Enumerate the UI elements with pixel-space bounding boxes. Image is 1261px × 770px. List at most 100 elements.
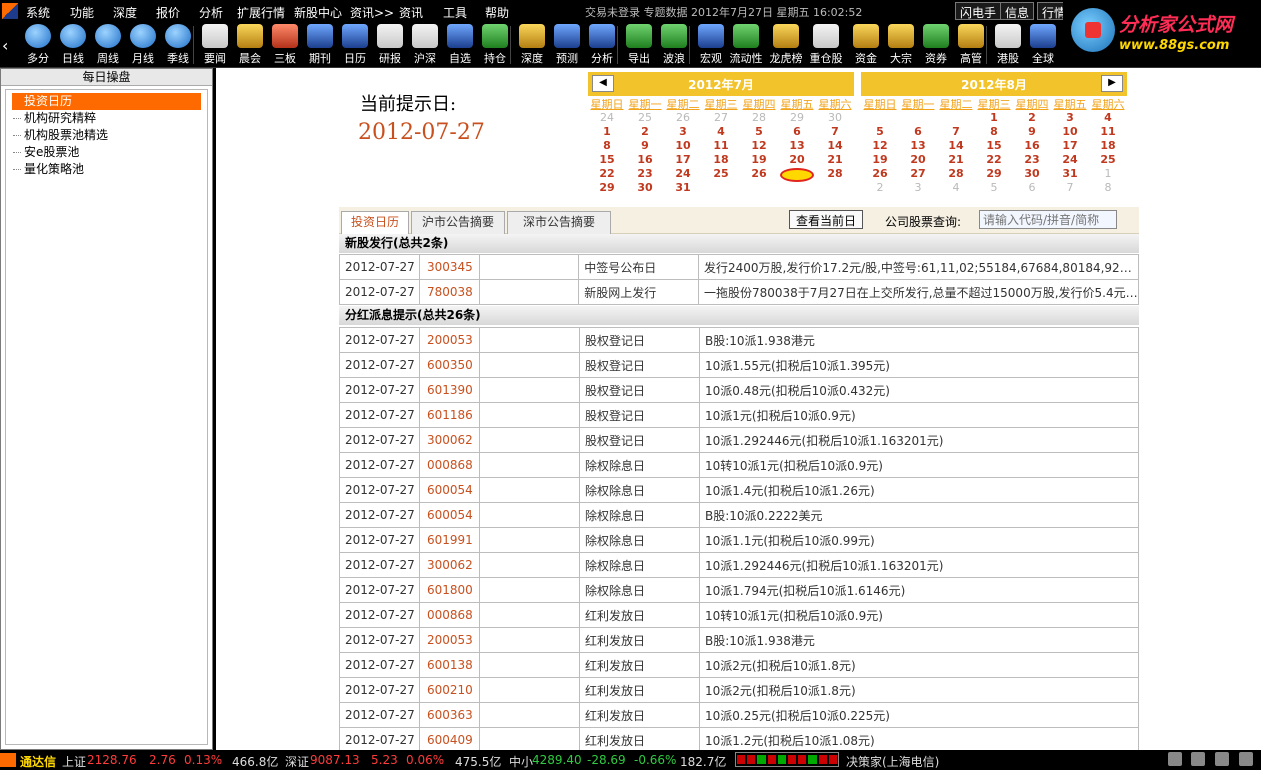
table-row[interactable]: 2012-07-27 600350 股权登记日 10派1.55元(扣税后10派1.39…: [339, 352, 1139, 378]
menu-help[interactable]: 帮助: [485, 4, 509, 21]
row-stock-code[interactable]: 780038: [418, 279, 480, 305]
tree-item-institution-stock-pool[interactable]: 机构股票池精选: [6, 127, 207, 144]
table-row[interactable]: 2012-07-27 600138 红利发放日 10派2元(扣税后10派1.8元): [339, 652, 1139, 678]
calendar-next-icon[interactable]: ▶: [1101, 75, 1123, 92]
toolbar-button-19[interactable]: 宏观: [693, 24, 729, 66]
calendar-day[interactable]: 6: [1013, 181, 1051, 195]
calendar-day[interactable]: 7: [816, 125, 854, 139]
calendar-day[interactable]: 3: [1051, 111, 1089, 125]
row-stock-code[interactable]: 601800: [419, 577, 480, 603]
menu-info-more[interactable]: 资讯>>: [350, 4, 394, 21]
toolbar-button-7[interactable]: 三板: [267, 24, 303, 66]
calendar-day[interactable]: 25: [1089, 153, 1127, 167]
calendar-day[interactable]: 18: [1089, 139, 1127, 153]
calendar-day[interactable]: 13: [899, 139, 937, 153]
row-stock-code[interactable]: 601186: [419, 402, 480, 428]
calendar-day[interactable]: 16: [1013, 139, 1051, 153]
row-stock-code[interactable]: 600054: [419, 477, 480, 503]
toolbar-button-24[interactable]: 大宗: [883, 24, 919, 66]
menu-tools[interactable]: 工具: [443, 4, 467, 21]
row-stock-code[interactable]: 000868: [419, 452, 480, 478]
tree-item-ane-stock-pool[interactable]: 安e股票池: [6, 144, 207, 161]
flash-trade-button[interactable]: 闪电手: [955, 2, 1002, 20]
calendar-day[interactable]: 23: [626, 167, 664, 181]
table-row[interactable]: 2012-07-27 601991 除权除息日 10派1.1元(扣税后10派0.99元…: [339, 527, 1139, 553]
toolbar-button-15[interactable]: 预测: [549, 24, 585, 66]
tree-item-quant-strategy-pool[interactable]: 量化策略池: [6, 161, 207, 178]
calendar-day[interactable]: 8: [588, 139, 626, 153]
info-button[interactable]: 信息: [1000, 2, 1035, 20]
menu-depth[interactable]: 深度: [113, 4, 137, 21]
toolbar-button-2[interactable]: 周线: [90, 24, 126, 66]
menu-function[interactable]: 功能: [70, 4, 94, 21]
row-stock-code[interactable]: 200053: [419, 627, 480, 653]
table-row[interactable]: 2012-07-27 600054 除权除息日 10派1.4元(扣税后10派1.26元…: [339, 477, 1139, 503]
calendar-day[interactable]: 12: [861, 139, 899, 153]
calendar-day[interactable]: 7: [937, 125, 975, 139]
toolbar-scroll-left-icon[interactable]: ‹: [2, 36, 8, 55]
toolbar-button-16[interactable]: 分析: [584, 24, 620, 66]
row-stock-code[interactable]: 300345: [418, 254, 480, 280]
toolbar-button-22[interactable]: 重仓股: [808, 24, 844, 66]
table-row[interactable]: 2012-07-27 600363 红利发放日 10派0.25元(扣税后10派0.22…: [339, 702, 1139, 728]
calendar-day[interactable]: 30: [626, 181, 664, 195]
calendar-day[interactable]: 26: [740, 167, 778, 181]
calendar-day[interactable]: 4: [937, 181, 975, 195]
calendar-day[interactable]: 9: [1013, 125, 1051, 139]
calendar-day[interactable]: 29: [778, 111, 816, 125]
toolbar-button-1[interactable]: 日线: [55, 24, 91, 66]
calendar-day[interactable]: 3: [899, 181, 937, 195]
mail-icon[interactable]: [1167, 752, 1182, 766]
calendar-day[interactable]: 18: [702, 153, 740, 167]
calendar-day-today[interactable]: 27: [778, 167, 816, 182]
calendar-day[interactable]: 26: [664, 111, 702, 125]
tab-sz-announcements[interactable]: 深市公告摘要: [507, 211, 611, 234]
calendar-day[interactable]: 27: [899, 167, 937, 181]
toolbar-button-27[interactable]: 港股: [990, 24, 1026, 66]
table-row[interactable]: 2012-07-27 601390 股权登记日 10派0.48元(扣税后10派0.43…: [339, 377, 1139, 403]
calendar-day[interactable]: 30: [1013, 167, 1051, 181]
calendar-day[interactable]: 26: [861, 167, 899, 181]
row-stock-code[interactable]: 200053: [419, 327, 480, 353]
calendar-day[interactable]: 19: [740, 153, 778, 167]
calendar-day[interactable]: 3: [664, 125, 702, 139]
table-row[interactable]: 2012-07-27 601800 除权除息日 10派1.794元(扣税后10派1.6…: [339, 577, 1139, 603]
calendar-day[interactable]: 29: [975, 167, 1013, 181]
calendar-day[interactable]: 15: [588, 153, 626, 167]
calendar-day[interactable]: 22: [588, 167, 626, 181]
table-row[interactable]: 2012-07-27 600054 除权除息日 B股:10派0.2222美元: [339, 502, 1139, 528]
menu-extended-market[interactable]: 扩展行情: [237, 4, 285, 21]
calendar-day[interactable]: 11: [1089, 125, 1127, 139]
calendar-day[interactable]: 2: [626, 125, 664, 139]
toolbar-button-3[interactable]: 月线: [125, 24, 161, 66]
calendar-day[interactable]: 2: [1013, 111, 1051, 125]
menu-info[interactable]: 资讯: [399, 4, 423, 21]
calendar-day[interactable]: 31: [664, 181, 702, 195]
calendar-day[interactable]: 12: [740, 139, 778, 153]
toolbar-button-12[interactable]: 自选: [442, 24, 478, 66]
calendar-day[interactable]: 21: [937, 153, 975, 167]
row-stock-code[interactable]: 300062: [419, 427, 480, 453]
menu-ipo-center[interactable]: 新股中心: [294, 4, 342, 21]
calendar-day[interactable]: 17: [1051, 139, 1089, 153]
calendar-day[interactable]: 6: [778, 125, 816, 139]
calendar-day[interactable]: 10: [664, 139, 702, 153]
toolbar-button-9[interactable]: 日历: [337, 24, 373, 66]
toolbar-button-14[interactable]: 深度: [514, 24, 550, 66]
calendar-day[interactable]: 31: [1051, 167, 1089, 181]
calendar-day[interactable]: 8: [975, 125, 1013, 139]
toolbar-button-6[interactable]: 晨会: [232, 24, 268, 66]
table-row[interactable]: 2012-07-27 300345 中签号公布日 发行2400万股,发行价17.2元/…: [339, 254, 1139, 280]
table-row[interactable]: 2012-07-27 780038 新股网上发行 一拖股份780038于7月27日在上…: [339, 279, 1139, 305]
calendar-day[interactable]: 28: [740, 111, 778, 125]
calendar-day[interactable]: 28: [816, 167, 854, 181]
table-row[interactable]: 2012-07-27 600210 红利发放日 10派2元(扣税后10派1.8元): [339, 677, 1139, 703]
table-row[interactable]: 2012-07-27 200053 股权登记日 B股:10派1.938港元: [339, 327, 1139, 353]
toolbar-button-28[interactable]: 全球: [1025, 24, 1061, 66]
table-row[interactable]: 2012-07-27 300062 股权登记日 10派1.292446元(扣税后10派…: [339, 427, 1139, 453]
start-icon[interactable]: [0, 753, 16, 767]
table-row[interactable]: 2012-07-27 200053 红利发放日 B股:10派1.938港元: [339, 627, 1139, 653]
calendar-day[interactable]: 17: [664, 153, 702, 167]
toolbar-button-18[interactable]: 波浪: [656, 24, 692, 66]
table-row[interactable]: 2012-07-27 000868 红利发放日 10转10派1元(扣税后10派0.9元…: [339, 602, 1139, 628]
